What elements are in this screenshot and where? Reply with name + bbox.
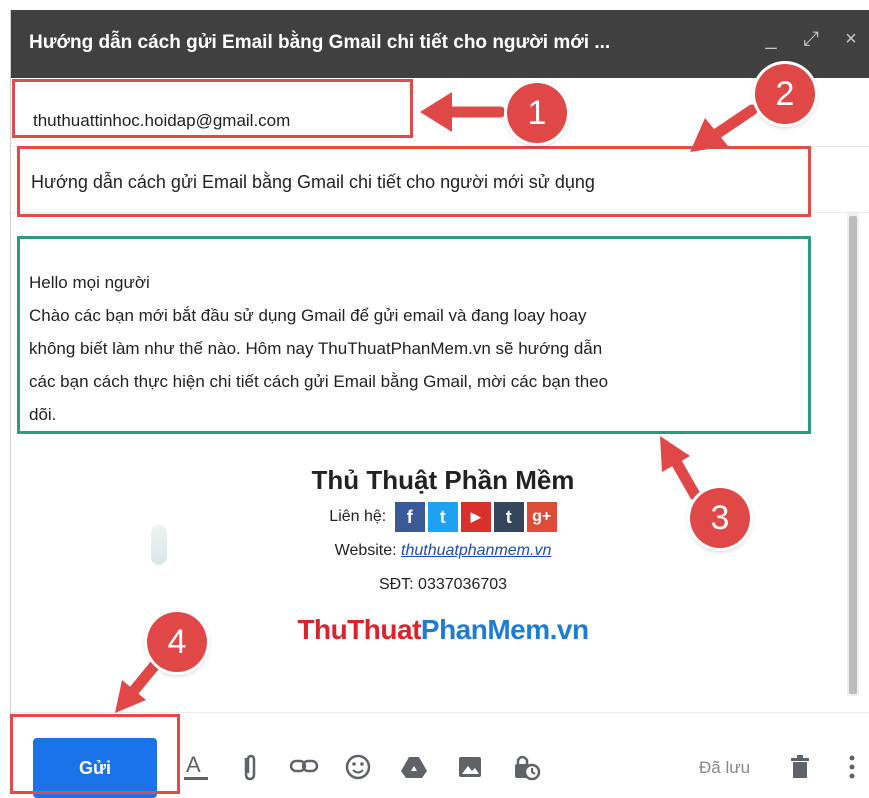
- expand-icon[interactable]: ⤢: [800, 28, 822, 51]
- delete-icon[interactable]: [785, 750, 815, 784]
- signature-decoration: [151, 525, 167, 565]
- highlight-send: [10, 714, 180, 794]
- saved-status: Đã lưu: [699, 758, 751, 777]
- brand-logo: ThuThuatPhanMem.vn: [273, 614, 613, 646]
- body-scrollbar-thumb[interactable]: [849, 216, 857, 694]
- annotation-badge-4: 4: [147, 612, 207, 672]
- more-options-icon[interactable]: [837, 750, 867, 784]
- attach-icon[interactable]: [235, 750, 265, 784]
- youtube-icon[interactable]: ▶: [460, 502, 491, 532]
- twitter-icon[interactable]: t: [427, 502, 458, 532]
- brand-part-1: ThuThuat: [297, 614, 421, 645]
- google-plus-icon[interactable]: g+: [526, 502, 557, 532]
- tumblr-icon[interactable]: t: [493, 502, 524, 532]
- formatting-icon[interactable]: A: [181, 750, 211, 784]
- photo-icon[interactable]: [455, 750, 485, 784]
- contact-label: Liên hệ:: [329, 508, 387, 526]
- brand-part-2: PhanMem.vn: [420, 614, 589, 645]
- signature-name: Thủ Thuật Phần Mềm: [311, 465, 575, 495]
- emoji-icon[interactable]: [343, 750, 373, 784]
- highlight-recipient: [12, 79, 413, 138]
- website-label: Website:: [334, 542, 397, 559]
- compose-titlebar[interactable]: Hướng dẫn cách gửi Email bằng Gmail chi …: [11, 10, 869, 78]
- social-icons: f t ▶ t g+: [394, 502, 557, 532]
- facebook-icon[interactable]: f: [394, 502, 425, 532]
- annotation-badge-1: 1: [507, 83, 567, 143]
- signature-phone: SĐT: 0337036703: [378, 576, 508, 593]
- highlight-subject: [17, 146, 811, 217]
- signature-contact: Liên hệ: f t ▶ t g+: [273, 502, 613, 532]
- toolbar-divider: [11, 712, 869, 713]
- minimize-icon[interactable]: _: [760, 28, 782, 51]
- confidential-icon[interactable]: [511, 750, 541, 784]
- annotation-badge-2: 2: [755, 64, 815, 124]
- compose-title: Hướng dẫn cách gửi Email bằng Gmail chi …: [29, 32, 611, 53]
- signature-website: Website: thuthuatphanmem.vn: [273, 536, 613, 566]
- website-link[interactable]: thuthuatphanmem.vn: [401, 542, 551, 559]
- annotation-badge-3: 3: [690, 488, 750, 548]
- svg-text:A: A: [186, 752, 201, 777]
- drive-icon[interactable]: [399, 750, 429, 784]
- email-signature: Thủ Thuật Phần Mềm Liên hệ: f t ▶ t g+ W…: [273, 465, 613, 646]
- link-icon[interactable]: [289, 750, 319, 784]
- highlight-body: [17, 236, 811, 434]
- close-icon[interactable]: ×: [840, 28, 862, 51]
- titlebar-controls: _ ⤢ ×: [760, 28, 862, 51]
